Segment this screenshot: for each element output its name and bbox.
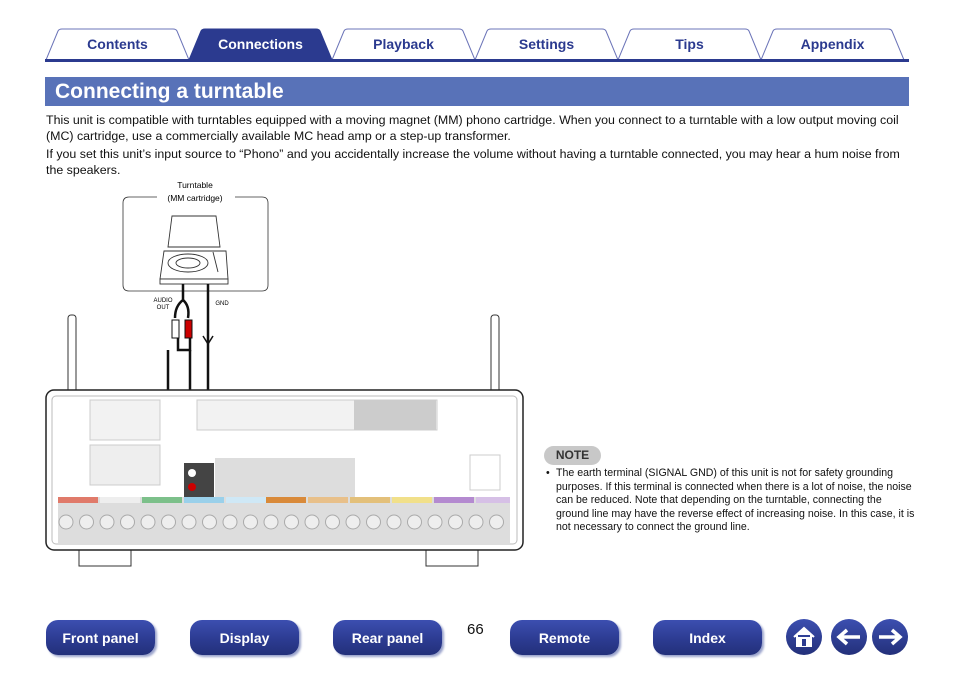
display-button[interactable]: Display [190, 620, 299, 655]
tab-label: Contents [87, 36, 148, 52]
tab-settings[interactable]: Settings [474, 28, 619, 60]
audio-out-label: AUDIO [153, 298, 172, 304]
tab-tips[interactable]: Tips [617, 28, 762, 60]
tab-underline [45, 59, 909, 62]
front-panel-button[interactable]: Front panel [46, 620, 155, 655]
warning-paragraph: If you set this unit’s input source to “… [46, 147, 900, 177]
audio-out-label-2: OUT [157, 305, 170, 311]
speaker-terminal [448, 514, 463, 530]
tab-label: Connections [218, 36, 303, 52]
speaker-terminal [325, 514, 340, 530]
tab-appendix[interactable]: Appendix [760, 28, 905, 60]
speaker-terminal [120, 514, 135, 530]
tab-connections[interactable]: Connections [188, 28, 333, 60]
note-badge: NOTE [544, 446, 601, 465]
tab-contents[interactable]: Contents [45, 28, 190, 60]
speaker-terminal [243, 514, 258, 530]
speaker-terminal [99, 514, 115, 530]
tab-playback[interactable]: Playback [331, 28, 476, 60]
tab-label: Playback [373, 36, 434, 52]
speaker-terminal [58, 514, 74, 530]
speaker-terminal [345, 514, 361, 530]
page-number: 66 [467, 621, 484, 638]
forward-button[interactable] [872, 619, 908, 655]
connection-diagram: Turntable (MM cartridge) AUDIO OUT GND [45, 180, 524, 567]
speaker-terminal [263, 514, 279, 530]
forward-arrow-icon [879, 628, 903, 646]
tab-label: Appendix [800, 36, 865, 52]
intro-paragraph: This unit is compatible with turntables … [46, 113, 899, 143]
home-icon [793, 626, 815, 647]
tab-label: Tips [675, 36, 704, 52]
receiver-rear-panel [45, 314, 524, 567]
turntable-callout: Turntable (MM cartridge) [122, 180, 269, 292]
turntable-label: Turntable [177, 180, 213, 190]
speaker-terminal [468, 514, 484, 530]
index-button[interactable]: Index [653, 620, 762, 655]
back-arrow-icon [836, 628, 860, 646]
speaker-terminal [284, 514, 299, 530]
turntable-sublabel: (MM cartridge) [167, 193, 222, 203]
speaker-terminal [79, 514, 94, 530]
speaker-terminal [140, 514, 156, 530]
note-text: The earth terminal (SIGNAL GND) of this … [546, 467, 916, 535]
rear-panel-button[interactable]: Rear panel [333, 620, 442, 655]
speaker-terminal [304, 514, 320, 530]
page-title: Connecting a turntable [45, 77, 909, 106]
speaker-terminal [181, 514, 197, 530]
speaker-terminal [161, 514, 176, 530]
speaker-terminal [222, 514, 238, 530]
gnd-label: GND [215, 301, 229, 307]
tab-label: Settings [518, 36, 575, 52]
home-button[interactable] [786, 619, 822, 655]
back-button[interactable] [831, 619, 867, 655]
speaker-terminal [489, 514, 504, 530]
speaker-terminal [366, 514, 381, 530]
speaker-terminal [427, 514, 443, 530]
speaker-terminal [407, 514, 422, 530]
turntable-icon [159, 215, 229, 285]
remote-button[interactable]: Remote [510, 620, 619, 655]
speaker-terminal [386, 514, 402, 530]
speaker-terminal [202, 514, 217, 530]
